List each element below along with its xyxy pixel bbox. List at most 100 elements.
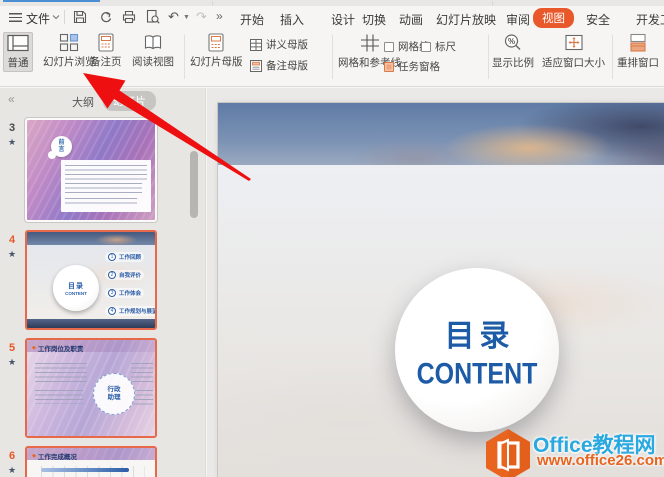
slide-3-textbox bbox=[61, 160, 151, 212]
slide-5-thumbnail[interactable]: ◆ 工作岗位及职责 行政 助理 bbox=[25, 338, 157, 438]
slide-master-label: 幻灯片母版 bbox=[190, 56, 243, 68]
toc-subtitle: CONTENT bbox=[416, 357, 538, 391]
reading-view-button[interactable]: 阅读视图 bbox=[132, 33, 174, 69]
gridlines-checkbox[interactable] bbox=[384, 41, 394, 52]
hamburger-menu-icon[interactable] bbox=[9, 13, 22, 22]
toc-circle[interactable]: 目录 CONTENT bbox=[395, 268, 559, 432]
normal-view-button[interactable]: 普通 bbox=[3, 32, 33, 72]
tab-security[interactable]: 安全 bbox=[586, 11, 610, 28]
animation-star-icon: ★ bbox=[7, 249, 17, 259]
diamond-bullet-icon: ◆ bbox=[32, 453, 36, 459]
wps-presentation-window: 文件 ↶ ▼ ↷ » 开始 插入 设计 切换 动画 幻灯片放映 审阅 视图 安全… bbox=[0, 0, 664, 477]
text-lines bbox=[131, 363, 153, 382]
toc-item-label: 工作规划与展望 bbox=[119, 309, 157, 315]
save-icon[interactable] bbox=[72, 9, 88, 25]
text-lines bbox=[35, 390, 83, 404]
tab-developer[interactable]: 开发工 bbox=[636, 11, 664, 28]
print-preview-icon[interactable] bbox=[145, 9, 161, 25]
circle-text: 助理 bbox=[107, 394, 121, 401]
toc-subtitle: CONTENT bbox=[65, 290, 87, 296]
ribbon-group-divider bbox=[332, 35, 333, 79]
office26-url-text: www.office26.com bbox=[537, 452, 664, 469]
slide-5-title-text: 工作岗位及职责 bbox=[37, 346, 84, 353]
undo-dropdown-caret-icon[interactable]: ▼ bbox=[183, 14, 190, 21]
active-document-tab-accent bbox=[3, 0, 100, 2]
print-icon[interactable] bbox=[121, 9, 137, 25]
tab-slideshow[interactable]: 幻灯片放映 bbox=[436, 11, 496, 28]
slide-3-thumbnail[interactable]: 前 言 bbox=[25, 118, 157, 222]
badge-text: 前 bbox=[58, 139, 65, 146]
slide-6-meta: 6 ★ bbox=[3, 450, 21, 476]
tab-animation[interactable]: 动画 bbox=[399, 11, 423, 28]
slide-4-thumbnail[interactable]: 目录 CONTENT 1 工作回顾 2 自我评价 3 工作体会 4 工作规划与展… bbox=[25, 230, 157, 330]
svg-text:%: % bbox=[508, 37, 515, 46]
ribbon-group-divider bbox=[612, 35, 613, 79]
tab-view[interactable]: 视图 bbox=[533, 8, 574, 28]
panel-scrollbar[interactable] bbox=[190, 151, 198, 218]
notes-page-icon bbox=[98, 33, 114, 52]
task-pane-label: 任务窗格 bbox=[398, 61, 440, 73]
reading-view-icon bbox=[144, 35, 162, 50]
arrange-windows-icon bbox=[630, 33, 646, 52]
slide-sorter-label: 幻灯片浏览 bbox=[43, 56, 96, 68]
arrange-windows-button[interactable]: 重排窗口 bbox=[617, 33, 659, 70]
toc-item-label: 工作回顾 bbox=[119, 255, 142, 261]
export-icon[interactable] bbox=[97, 9, 113, 25]
text-lines bbox=[65, 165, 147, 180]
toolbar-divider bbox=[64, 10, 65, 24]
slide-canvas[interactable]: 目录 CONTENT bbox=[218, 103, 664, 477]
slide-sorter-button[interactable]: 幻灯片浏览 bbox=[43, 33, 96, 69]
ruler-checkbox-row[interactable]: 标尺 bbox=[421, 39, 456, 54]
tab-insert[interactable]: 插入 bbox=[280, 11, 304, 28]
toc-item-number: 3 bbox=[108, 289, 116, 297]
slide-6-thumbnail[interactable]: ◆ 工作完成概况 bbox=[25, 446, 157, 477]
zoom-percent-icon: % bbox=[504, 34, 521, 50]
slide-sky-image bbox=[218, 103, 664, 165]
slide-4-meta: 4 ★ bbox=[3, 234, 21, 260]
notes-page-button[interactable]: 备注页 bbox=[90, 33, 122, 69]
animation-star-icon: ★ bbox=[7, 465, 17, 475]
file-menu-button[interactable]: 文件 bbox=[26, 10, 50, 27]
notes-master-label: 备注母版 bbox=[266, 60, 308, 72]
quick-access-more-icon[interactable]: » bbox=[216, 9, 223, 23]
task-pane-checkbox[interactable] bbox=[384, 61, 394, 72]
slide-5-center-circle: 行政 助理 bbox=[93, 373, 135, 415]
toc-title: 目录 bbox=[444, 320, 515, 353]
task-pane-checkbox-row[interactable]: 任务窗格 bbox=[384, 59, 440, 74]
chevron-down-icon[interactable] bbox=[52, 14, 60, 20]
zoom-ratio-button[interactable]: % 显示比例 bbox=[492, 33, 534, 70]
slide-5-meta: 5 ★ bbox=[3, 342, 21, 368]
view-ribbon: 普通 幻灯片浏览 备注页 阅读视图 幻灯片母版 讲义母版 备注母版 网格和参考线… bbox=[0, 28, 664, 87]
handout-master-label: 讲义母版 bbox=[266, 39, 308, 51]
toc-item-number: 2 bbox=[108, 271, 116, 279]
slide-3-meta: 3 ★ bbox=[3, 122, 21, 148]
fit-window-button[interactable]: 适应窗口大小 bbox=[542, 33, 605, 70]
handout-master-button[interactable]: 讲义母版 bbox=[250, 37, 308, 52]
ribbon-group-divider bbox=[184, 35, 185, 79]
grid-icon bbox=[360, 34, 379, 52]
slide-4-sky-strip bbox=[27, 232, 155, 245]
slide-number: 6 bbox=[8, 450, 16, 462]
toc-title: 目录 bbox=[68, 282, 84, 290]
chart-bar bbox=[41, 468, 129, 472]
ruler-checkbox[interactable] bbox=[421, 41, 431, 52]
slides-tab[interactable]: 幻灯片 bbox=[103, 91, 156, 111]
slide-4-bottom-strip bbox=[27, 319, 155, 328]
tab-home[interactable]: 开始 bbox=[240, 11, 264, 28]
text-lines bbox=[65, 198, 138, 206]
fit-window-label: 适应窗口大小 bbox=[542, 57, 605, 69]
circle-text: 行政 bbox=[107, 386, 121, 393]
outline-tab[interactable]: 大纲 bbox=[72, 94, 94, 110]
slide-5-title: ◆ 工作岗位及职责 bbox=[32, 343, 83, 353]
tab-design[interactable]: 设计 bbox=[331, 11, 355, 28]
slide-master-button[interactable]: 幻灯片母版 bbox=[190, 33, 243, 69]
collapse-panel-icon[interactable]: « bbox=[8, 92, 15, 106]
slide-number: 5 bbox=[8, 342, 16, 354]
slide-6-chart-area bbox=[27, 460, 155, 477]
tab-review[interactable]: 审阅 bbox=[506, 11, 530, 28]
notes-master-button[interactable]: 备注母版 bbox=[250, 58, 308, 73]
undo-icon[interactable]: ↶ bbox=[168, 9, 179, 25]
slide-4-toc-circle: 目录 CONTENT bbox=[53, 265, 99, 311]
normal-view-icon bbox=[7, 34, 29, 52]
tab-transition[interactable]: 切换 bbox=[362, 11, 386, 28]
